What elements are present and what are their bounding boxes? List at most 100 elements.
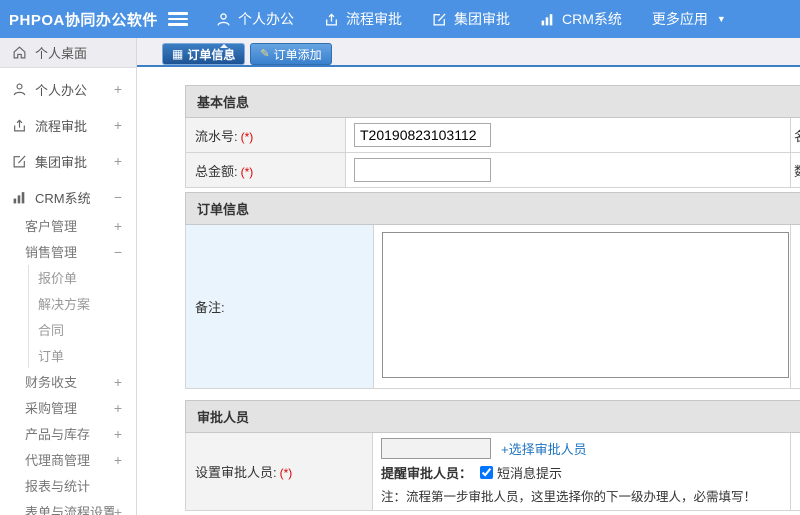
nav-label: 更多应用 [651,11,708,27]
approver-note: 注：流程第一步审批人员，这里选择你的下一级办理人，必需填写！ [381,490,757,504]
grid-icon: ▦ [172,47,184,61]
sidebar-item-contract[interactable]: 合同 [29,317,136,342]
hamburger-menu-icon[interactable] [168,9,188,29]
nav-label: 集团审批 [454,11,510,27]
tab-label: 订单信息 [187,47,236,62]
choose-approver-link[interactable]: +选择审批人员 [501,439,587,458]
top-nav: 个人办公 流程审批 集团审批 CRM系统 更多应用 ▼ [216,9,756,29]
clipped-next-column-label: 名 [789,117,800,153]
remark-label: 备注: [185,224,374,389]
sidebar-item-label: 流程审批 [35,118,88,134]
expand-icon[interactable]: + [114,153,136,169]
serial-number-label: 流水号: (*) [185,117,346,153]
sidebar-item-label: 客户管理 [25,219,78,234]
expand-icon[interactable]: + [114,400,136,416]
sidebar-item-label: 财务收支 [25,375,78,390]
section-title-basic: 基本信息 [185,85,800,118]
nav-more-apps[interactable]: 更多应用 ▼ [652,9,726,29]
tab-label: 订单添加 [273,47,322,62]
form-content: 基本信息 流水号:(*) 名 总金额:(*) [137,67,800,515]
sidebar-item-quotation[interactable]: 报价单 [29,265,136,290]
nav-personal-office[interactable]: 个人办公 [216,9,294,29]
sidebar-item-sales-mgmt[interactable]: 销售管理 − [0,239,136,264]
tab-strip: ▦ 订单信息 ✎ 订单添加 [137,38,800,67]
nav-group-approval[interactable]: 集团审批 [432,9,510,29]
sms-notify-checkbox[interactable] [480,466,494,479]
approver-table: 审批人员 设置审批人员: (*) +选择审批人员 提醒审批人员： 短消息提示 注… [185,400,800,511]
sidebar-item-agent-mgmt[interactable]: 代理商管理 + [0,447,136,472]
expand-icon[interactable]: + [114,504,136,515]
sidebar-item-product-inventory[interactable]: 产品与库存 + [0,421,136,446]
required-mark: (*) [240,164,254,179]
sidebar-item-label: 合同 [38,323,65,338]
sidebar-item-personal-office[interactable]: 个人办公 + [0,74,136,104]
edit-icon [12,154,27,169]
required-mark: (*) [279,466,293,480]
expand-icon[interactable]: + [114,117,136,133]
sidebar-item-reports[interactable]: 报表与统计 [0,473,136,498]
nav-process-approval[interactable]: 流程审批 [324,9,402,29]
flow-icon [324,12,339,27]
required-mark: (*) [240,129,254,144]
table-row: 备注: [185,224,800,389]
sidebar-item-customer-mgmt[interactable]: 客户管理 + [0,213,136,238]
total-amount-input[interactable] [354,158,491,182]
clipped-next-column-label: 数 [789,152,800,188]
edit-icon [432,12,447,27]
tab-order-add[interactable]: ✎ 订单添加 [250,43,332,65]
section-title-order: 订单信息 [185,192,800,225]
sales-submenu: 报价单 解决方案 合同 订单 [28,265,136,368]
sidebar-item-form-flow-settings[interactable]: 表单与流程设置 + [0,499,136,515]
chart-icon [540,12,555,27]
sidebar: 个人桌面 个人办公 + 流程审批 + 集团审批 + CRM系统 − 客户管理 + [0,38,137,515]
order-info-table: 订单信息 备注: [185,192,800,389]
sidebar-item-label: 集团审批 [35,154,88,170]
sidebar-item-label: 表单与流程设置 [25,505,114,515]
approver-input[interactable] [381,438,491,459]
sidebar-item-finance[interactable]: 财务收支 + [0,369,136,394]
main-area: ▦ 订单信息 ✎ 订单添加 基本信息 流水号: (*) T20190823103… [137,38,800,515]
top-bar: PHPOA协同办公软件 个人办公 流程审批 集团审批 CRM系统 更多应用 ▼ [0,0,800,38]
sidebar-item-crm[interactable]: CRM系统 − [0,182,136,212]
sms-notify-label: 短消息提示 [497,466,563,481]
nav-label: 个人办公 [238,11,294,27]
user-icon [216,12,231,27]
sidebar-item-personal-desktop[interactable]: 个人桌面 [0,38,136,68]
remind-approver-label: 提醒审批人员： [381,466,473,481]
sidebar-item-label: 个人办公 [35,82,88,98]
app-title: PHPOA协同办公软件 [9,11,158,29]
flow-icon [12,118,27,133]
sidebar-item-label: 销售管理 [25,245,78,260]
user-icon [12,82,27,97]
remark-textarea[interactable] [382,232,789,378]
nav-crm-system[interactable]: CRM系统 [540,9,622,29]
section-title-approver: 审批人员 [185,400,800,433]
serial-number-input[interactable] [354,123,491,147]
nav-label: CRM系统 [562,11,622,27]
expand-icon[interactable]: + [114,218,136,234]
total-amount-label: 总金额: (*) [185,152,346,188]
sidebar-item-solution[interactable]: 解决方案 [29,291,136,316]
table-row: 总金额:(*) 数 [185,152,800,188]
collapse-icon[interactable]: − [114,189,136,205]
table-row: 设置审批人员: (*) +选择审批人员 提醒审批人员： 短消息提示 注：流程第一… [185,432,800,511]
sidebar-item-label: 代理商管理 [25,453,91,468]
expand-icon[interactable]: + [114,374,136,390]
sidebar-item-label: 报价单 [38,271,78,286]
expand-icon[interactable]: + [114,426,136,442]
expand-icon[interactable]: + [114,81,136,97]
sidebar-item-label: 个人桌面 [35,46,88,61]
sidebar-item-process-approval[interactable]: 流程审批 + [0,110,136,140]
sidebar-item-group-approval[interactable]: 集团审批 + [0,146,136,176]
tab-order-info[interactable]: ▦ 订单信息 [162,43,246,65]
table-row: 流水号:(*) 名 [185,117,800,153]
sidebar-item-label: 采购管理 [25,401,78,416]
sidebar-item-label: 解决方案 [38,297,91,312]
chart-icon [12,190,27,205]
collapse-icon[interactable]: − [114,244,136,260]
sidebar-item-label: 订单 [38,349,65,364]
basic-info-table: 基本信息 流水号:(*) 名 总金额:(*) [185,85,800,188]
sidebar-item-purchase[interactable]: 采购管理 + [0,395,136,420]
expand-icon[interactable]: + [114,452,136,468]
sidebar-item-order[interactable]: 订单 [29,343,136,368]
